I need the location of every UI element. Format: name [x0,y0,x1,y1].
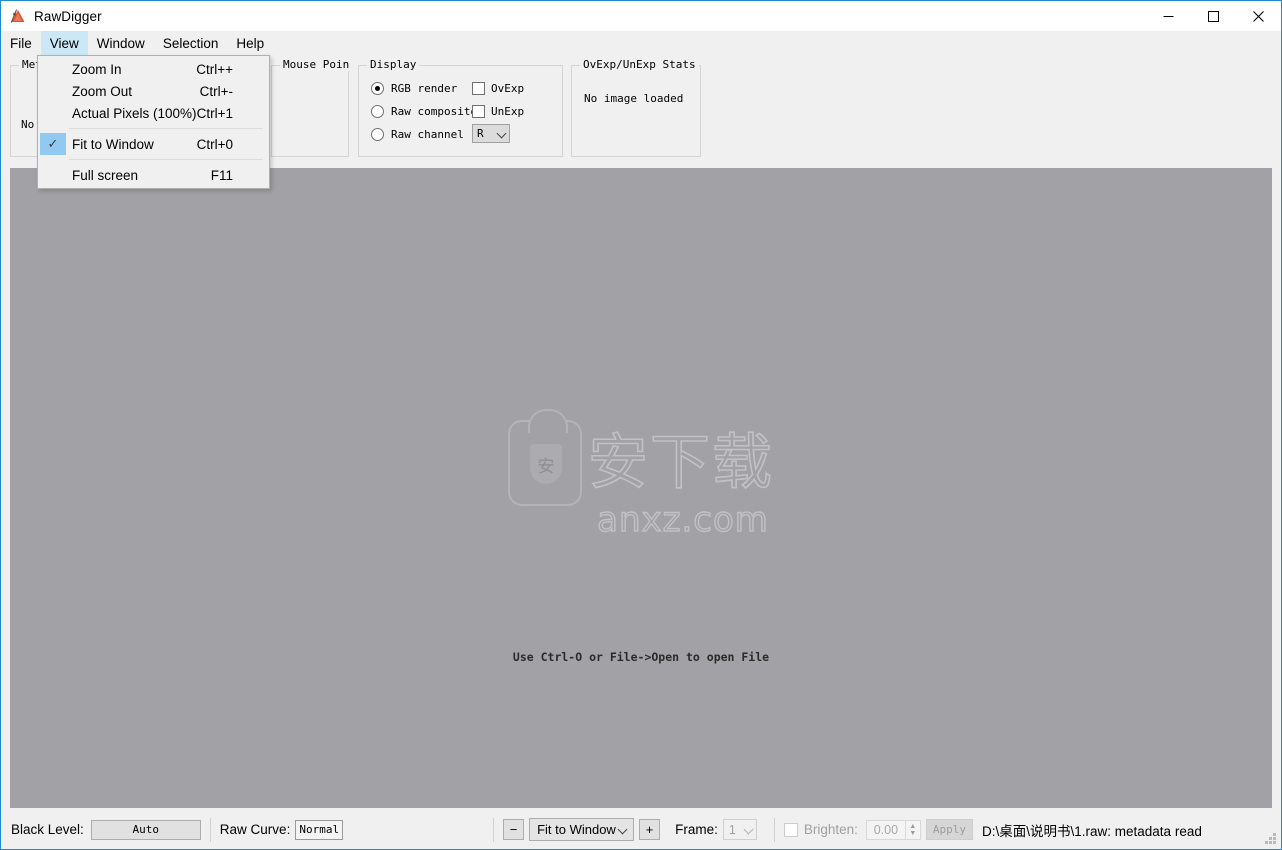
menu-item-label: Actual Pixels (100%) [72,105,197,121]
menu-separator [69,159,263,160]
zoom-in-button[interactable]: + [639,819,661,840]
brighten-spinner-arrows[interactable]: ▲ ▼ [905,819,921,840]
check-slot [40,58,66,80]
spinner-down-icon: ▼ [909,829,917,837]
menu-file[interactable]: File [1,31,41,55]
check-slot [40,102,66,124]
display-panel-title: Display [367,58,420,71]
chevron-down-icon [496,128,507,139]
menu-help[interactable]: Help [227,31,273,55]
radio-indicator-raw-composite [371,105,384,118]
watermark-shield-glyph: 安 [530,444,562,484]
menu-item-accel: Ctrl+1 [196,105,233,121]
shopping-bag-icon: 安 [508,409,582,506]
menu-item-fit-to-window[interactable]: ✓ Fit to Window Ctrl+0 [38,133,269,155]
watermark-row: 安 安下载 [508,409,774,506]
minimize-button[interactable] [1146,1,1191,31]
spinner-up-icon: ▲ [909,822,917,830]
canvas-open-hint: Use Ctrl-O or File->Open to open File [512,650,770,664]
apply-button[interactable]: Apply [925,819,974,840]
zoom-out-button[interactable]: − [503,819,525,840]
black-level-auto-button[interactable]: Auto [90,819,201,840]
menu-item-label: Zoom Out [72,83,133,99]
watermark: 安 安下载 anxz.com [508,409,774,541]
brighten-label: Brighten: [803,822,858,837]
brighten-value: 0.00 [865,819,906,840]
raw-curve-value[interactable]: Normal [295,819,344,840]
radio-label-raw-composite: Raw composite [391,105,478,118]
raw-curve-label: Raw Curve: [219,822,291,837]
menu-selection[interactable]: Selection [154,31,228,55]
mouse-point-panel: Mouse Poin [271,58,353,157]
radio-label-rgb-render: RGB render [391,82,458,95]
display-panel: Display RGB render Raw composite Raw cha… [358,58,563,157]
image-canvas[interactable]: 安 安下载 anxz.com Use Ctrl-O or File->Open … [10,168,1272,808]
checkbox-ovexp[interactable]: OvExp [472,82,524,95]
divider [209,817,211,842]
resize-grip[interactable] [1265,833,1277,845]
zoom-level-value: Fit to Window [537,822,616,837]
view-dropdown-menu: Zoom In Ctrl++ Zoom Out Ctrl+- Actual Pi… [37,55,270,189]
maximize-button[interactable] [1191,1,1236,31]
mouse-point-panel-title: Mouse Poin [280,58,353,71]
status-message: D:\桌面\说明书\1.raw: metadata read [982,823,1202,839]
menu-view[interactable]: View [40,31,88,55]
chevron-down-icon [743,824,754,835]
checkbox-indicator-ovexp [472,82,485,95]
stats-panel-title: OvExp/UnExp Stats [580,58,699,71]
menu-item-accel: Ctrl+0 [196,136,233,152]
radio-indicator-rgb-render [371,82,384,95]
radio-indicator-raw-channel [371,128,384,141]
watermark-latin-text: anxz.com [596,499,769,540]
menu-item-zoom-in[interactable]: Zoom In Ctrl++ [38,58,269,80]
radio-raw-composite[interactable]: Raw composite [371,105,477,118]
frame-label: Frame: [675,822,718,837]
divider [773,817,775,842]
status-bar: Black Level: Auto Raw Curve: Normal − Fi… [1,810,1281,849]
menu-item-label: Full screen [72,167,139,183]
watermark-cn-text: 安下载 [587,428,774,498]
checkmark-icon: ✓ [40,133,66,155]
metadata-panel-body: No [21,118,35,131]
menu-separator [69,128,263,129]
brighten-stepper[interactable]: 0.00 ▲ ▼ [865,819,921,840]
close-button[interactable] [1236,1,1281,31]
menu-item-accel: F11 [210,167,233,183]
radio-raw-channel[interactable]: Raw channel [371,128,464,141]
rawdigger-triangle-icon [10,8,26,24]
check-slot [40,80,66,102]
radio-label-raw-channel: Raw channel [391,128,464,141]
checkbox-label-ovexp: OvExp [491,82,525,95]
checkbox-unexp[interactable]: UnExp [472,105,524,118]
menu-item-accel: Ctrl+- [199,83,233,99]
checkbox-indicator-unexp [472,105,485,118]
chevron-down-icon [617,824,628,835]
stats-panel-body: No image loaded [584,92,684,105]
black-level-label: Black Level: [11,822,84,837]
raw-channel-select-value: R [477,127,484,140]
rawdigger-window: RawDigger File View Window Selection Hel… [0,0,1282,850]
checkbox-label-unexp: UnExp [491,105,525,118]
menu-item-actual-pixels[interactable]: Actual Pixels (100%) Ctrl+1 [38,102,269,124]
window-title: RawDigger [34,8,102,24]
window-controls [1146,1,1281,31]
radio-rgb-render[interactable]: RGB render [371,82,457,95]
zoom-level-select[interactable]: Fit to Window [529,818,635,841]
menu-item-accel: Ctrl++ [196,61,233,77]
ovexp-unexp-stats-panel: OvExp/UnExp Stats No image loaded [571,58,701,157]
menu-item-label: Zoom In [72,61,122,77]
title-bar: RawDigger [1,1,1281,31]
menu-item-full-screen[interactable]: Full screen F11 [38,164,269,186]
raw-channel-select[interactable]: R [472,124,510,143]
menu-bar: File View Window Selection Help [1,31,1281,55]
brighten-checkbox[interactable]: Brighten: [783,822,858,837]
divider [493,817,495,842]
frame-select[interactable]: 1 [722,819,757,840]
menu-window[interactable]: Window [88,31,154,55]
menu-item-label: Fit to Window [72,136,154,152]
brighten-checkbox-indicator [783,822,798,837]
check-slot [40,164,66,186]
menu-item-zoom-out[interactable]: Zoom Out Ctrl+- [38,80,269,102]
frame-select-value: 1 [728,822,736,837]
